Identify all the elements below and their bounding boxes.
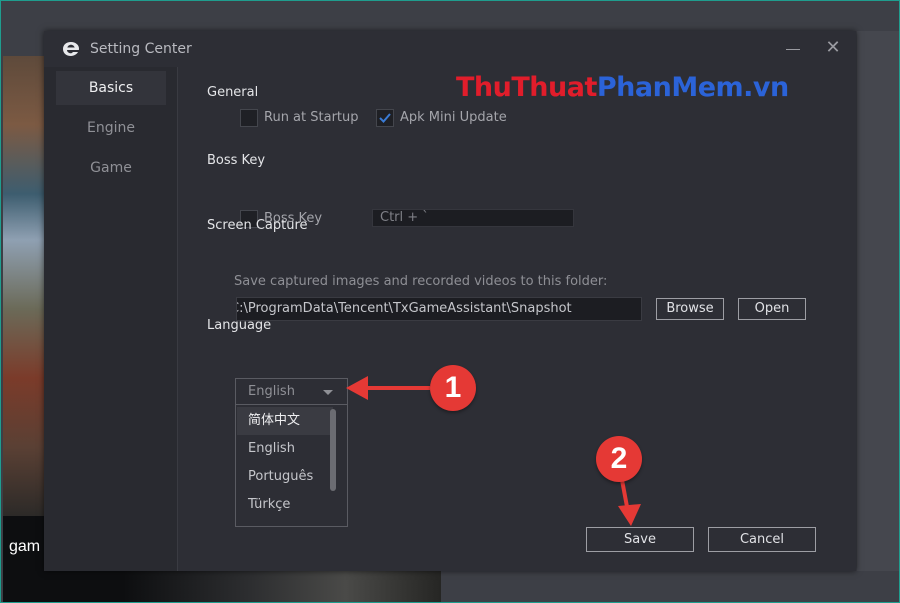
title-bar[interactable]: Setting Center ✕ xyxy=(44,31,856,67)
watermark-part: Phan xyxy=(596,72,672,103)
snapshot-path-value: C:\ProgramData\Tencent\TxGameAssistant\S… xyxy=(236,301,572,316)
close-button[interactable]: ✕ xyxy=(822,39,844,59)
language-select[interactable]: English xyxy=(235,378,348,405)
language-option-portuguese[interactable]: Português xyxy=(237,463,333,491)
sidebar-item-basics[interactable]: Basics xyxy=(56,71,166,105)
chevron-down-icon xyxy=(323,390,333,395)
annotation-marker-2: 2 xyxy=(596,436,642,482)
setting-center-dialog: Setting Center ✕ Basics Engine Game Gene… xyxy=(44,31,856,571)
language-option-english[interactable]: English xyxy=(237,435,333,463)
annotation-marker-1: 1 xyxy=(430,365,476,411)
minimize-button[interactable] xyxy=(782,39,804,59)
watermark-part: Thuat xyxy=(511,72,597,103)
snapshot-path-field[interactable]: C:\ProgramData\Tencent\TxGameAssistant\S… xyxy=(236,297,642,321)
apk-mini-update-label: Apk Mini Update xyxy=(400,110,507,125)
close-icon: ✕ xyxy=(825,37,841,58)
run-at-startup-label: Run at Startup xyxy=(264,110,359,125)
background-game-art xyxy=(3,56,47,516)
language-list-scrollbar[interactable] xyxy=(330,409,336,491)
settings-sidebar: Basics Engine Game xyxy=(44,67,178,571)
language-option-chinese[interactable]: 简体中文 xyxy=(237,407,333,435)
boss-key-section-title: Boss Key xyxy=(207,153,266,168)
run-at-startup-checkbox[interactable] xyxy=(240,109,258,127)
background-right-panel xyxy=(857,31,899,571)
apk-mini-update-checkbox[interactable] xyxy=(376,109,394,127)
watermark-part: .vn xyxy=(743,72,789,103)
open-button[interactable]: Open xyxy=(738,298,806,320)
language-option-turkish[interactable]: Türkçe xyxy=(237,491,333,519)
language-dropdown-list: 简体中文 English Português Türkçe xyxy=(235,405,348,527)
app-logo-icon xyxy=(63,42,79,56)
sidebar-item-engine[interactable]: Engine xyxy=(56,111,166,145)
language-section-title: Language xyxy=(207,318,272,333)
watermark-logo: ThuThuatPhanMem.vn xyxy=(456,72,789,103)
checkmark-icon xyxy=(379,113,391,123)
watermark-part: Thu xyxy=(456,72,512,103)
sidebar-item-game[interactable]: Game xyxy=(56,151,166,185)
settings-content: General Run at Startup Apk Mini Update B… xyxy=(178,67,856,571)
screen-capture-hint: Save captured images and recorded videos… xyxy=(234,274,608,289)
background-card-title: gam xyxy=(9,538,41,555)
watermark-part: Mem xyxy=(671,72,744,103)
save-button[interactable]: Save xyxy=(586,527,694,552)
general-section-title: General xyxy=(207,85,259,100)
screen-capture-section-title: Screen Capture xyxy=(207,218,308,233)
browse-button[interactable]: Browse xyxy=(656,298,724,320)
dialog-title: Setting Center xyxy=(90,41,192,57)
cancel-button[interactable]: Cancel xyxy=(708,527,816,552)
boss-key-shortcut-field[interactable]: Ctrl + ` xyxy=(372,209,574,227)
language-selected-value: English xyxy=(248,384,295,399)
